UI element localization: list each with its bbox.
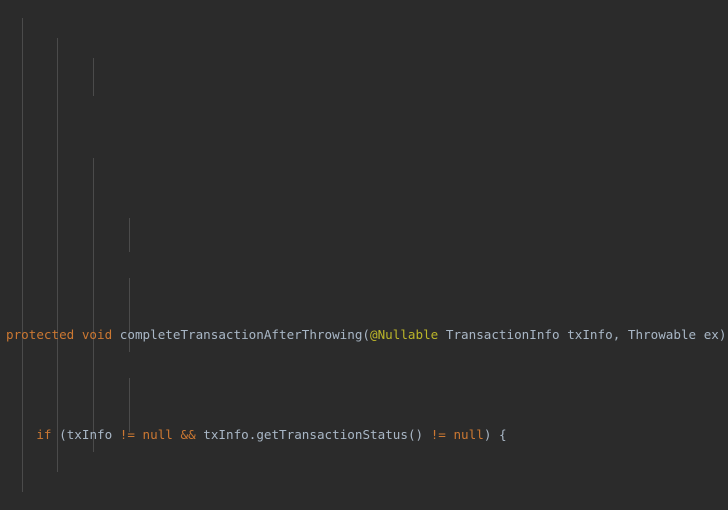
operator-ne: != [119,426,135,442]
param-type-2: Throwable [627,326,697,342]
param-type-1: TransactionInfo [445,326,560,342]
code-line[interactable]: protected void completeTransactionAfterT… [0,325,728,345]
keyword-null: null [453,426,484,442]
operator-and: && [180,426,196,442]
keyword-protected: protected [6,326,75,342]
code-line[interactable]: if (txInfo != null && txInfo.getTransact… [0,425,728,445]
code-editor[interactable]: protected void completeTransactionAfterT… [0,0,728,510]
comma: , [612,326,621,342]
keyword-void: void [81,326,113,342]
method-name: completeTransactionAfterThrowing [119,326,363,342]
expr: txInfo.getTransactionStatus() [195,426,431,442]
paren-open: ( [362,326,371,342]
paren-close: ) [718,326,727,342]
keyword-if: if [36,426,52,442]
expr-tail: ) { [483,426,507,442]
expr: (txInfo [59,426,120,442]
annotation-nullable: @Nullable [370,326,439,342]
param-name-2: ex [703,326,719,342]
param-name-1: txInfo [567,326,613,342]
indent-guide [93,58,94,96]
keyword-null: null [142,426,173,442]
code-lines: protected void completeTransactionAfterT… [0,241,728,510]
operator-ne: != [430,426,446,442]
